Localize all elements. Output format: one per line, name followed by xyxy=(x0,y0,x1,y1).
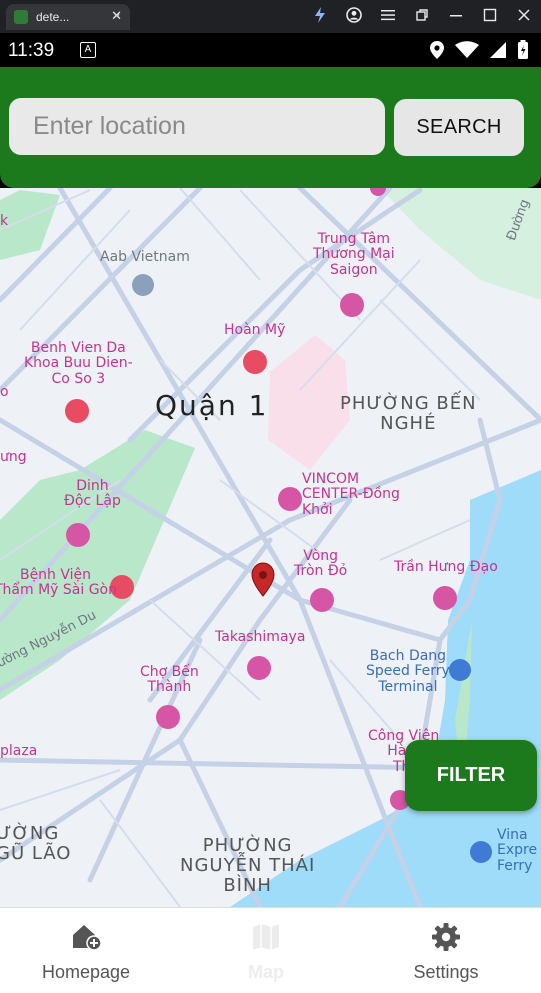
nav-item-homepage[interactable]: Homepage xyxy=(11,908,161,993)
map-label-dinh-doc-lap: Dinh Độc Lập xyxy=(64,478,121,510)
map-label-left-o: o xyxy=(0,384,9,400)
map-label-phuong-nguyen-thai-binh: PHƯỜNG NGUYỄN THÁI BÌNH xyxy=(180,835,316,896)
status-bar: 11:39 A xyxy=(0,33,541,67)
map-label-benh-vien-da-khoa: Benh Vien Da Khoa Buu Dien- Co So 3 xyxy=(24,340,133,387)
battery-icon xyxy=(517,40,529,65)
map-label-phuong-ngu-lao: ƯỜNG GŨ LÃO xyxy=(0,823,72,864)
map-label-left-tung: ưng xyxy=(0,449,27,465)
wifi-icon xyxy=(455,41,479,64)
map-label-plaza: plaza xyxy=(0,743,38,759)
map-label-tran-hung-dao: Trần Hưng Đạo xyxy=(394,559,498,575)
nav-label-settings: Settings xyxy=(413,962,479,982)
menu-icon[interactable] xyxy=(379,9,397,24)
map-icon xyxy=(251,922,281,957)
map-label-cho-ben-thanh: Chợ Bến Thành xyxy=(140,664,199,696)
map-label-benh-vien-tham-my: Bệnh Viện Thẩm Mỹ Sài Gòn xyxy=(0,567,117,599)
maximize-icon[interactable] xyxy=(481,8,499,25)
map-label-takashimaya: Takashimaya xyxy=(215,629,306,645)
app-favicon-icon xyxy=(14,10,28,24)
keyboard-a-icon: A xyxy=(80,42,96,58)
tab-title: dete... xyxy=(36,10,70,24)
nav-label-map: Map xyxy=(248,962,284,982)
gear-icon xyxy=(431,922,461,957)
search-button[interactable]: SEARCH xyxy=(394,99,524,156)
signal-icon xyxy=(489,41,507,64)
extension-icon[interactable] xyxy=(311,7,329,26)
map-label-vina-express: Vina Expre Ferry xyxy=(497,827,538,874)
map-label-hoan-my: Hoàn Mỹ xyxy=(224,322,286,338)
home-add-icon xyxy=(71,922,102,955)
map-label-vincom: VINCOM CENTER-Đồng Khởi xyxy=(302,471,400,518)
bottom-navigation: Homepage Map Settings xyxy=(0,907,541,993)
location-input[interactable] xyxy=(9,98,385,155)
map-label-left-k: k xyxy=(0,213,9,229)
map-label-phuong-ben-nghe: PHƯỜNG BẾN NGHÉ xyxy=(340,393,477,434)
map-label-quan-1: Quận 1 xyxy=(155,389,269,422)
map-label-bach-dang: Bach Dang Speed Ferry Terminal xyxy=(366,648,450,695)
nav-item-settings[interactable]: Settings xyxy=(371,908,521,993)
selected-location-pin[interactable] xyxy=(252,563,274,597)
nav-label-homepage: Homepage xyxy=(41,962,131,982)
location-icon xyxy=(429,40,445,65)
map-label-aab-vietnam: Aab Vietnam xyxy=(100,249,190,265)
nav-item-map[interactable]: Map xyxy=(191,908,341,993)
browser-window-bar: dete... ✕ ⌄ xyxy=(0,0,541,33)
minimize-icon[interactable] xyxy=(447,8,465,25)
profile-icon[interactable] xyxy=(345,7,363,26)
map-label-trung-tam: Trung Tâm Thương Mại Saigon xyxy=(313,231,395,278)
tab-dropdown-icon[interactable]: ⌄ xyxy=(112,6,122,20)
map-label-vong-tron-do: Vòng Tròn Đỏ xyxy=(294,548,348,580)
restore-icon[interactable] xyxy=(413,8,431,25)
app-header: SEARCH xyxy=(0,67,541,188)
status-time: 11:39 xyxy=(8,40,55,61)
close-icon[interactable] xyxy=(515,8,533,25)
filter-button[interactable]: FILTER xyxy=(405,740,537,811)
